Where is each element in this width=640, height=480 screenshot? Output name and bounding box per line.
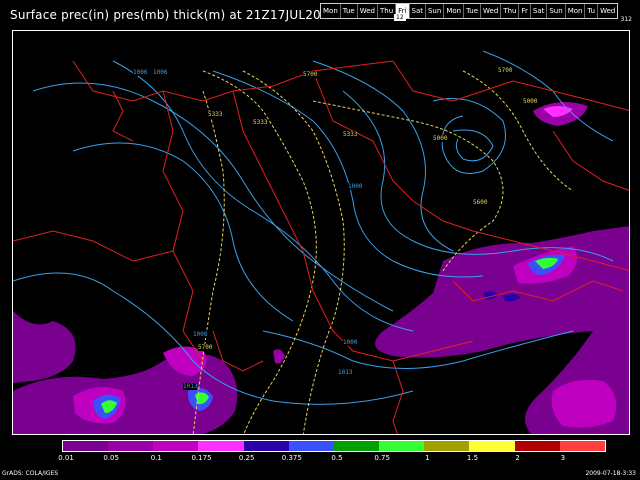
contour-value-label: 5700 bbox=[303, 71, 318, 78]
day-tab[interactable]: Sun bbox=[547, 4, 566, 18]
contour-value-label: 1000 bbox=[343, 339, 358, 346]
weather-map: 1006 5700 5700 5333 5333 5333 5000 5000 5600 1000… bbox=[12, 30, 630, 435]
contour-value-label: 5700 bbox=[498, 67, 513, 74]
map-title: Surface prec(in) pres(mb) thick(m) at 21… bbox=[10, 8, 337, 22]
contour-value-label: 1013 bbox=[338, 369, 353, 376]
contour-value-label: 5600 bbox=[473, 199, 488, 206]
day-tab[interactable]: Wed bbox=[358, 4, 378, 18]
legend-label: 2 bbox=[515, 454, 520, 462]
legend-label: 0.05 bbox=[103, 454, 119, 462]
contour-value-label: 5000 bbox=[433, 135, 448, 142]
day-tab[interactable]: Sun bbox=[426, 4, 445, 18]
legend-swatch bbox=[559, 441, 605, 451]
day-tab[interactable]: Mon bbox=[566, 4, 586, 18]
legend-label: 1.5 bbox=[466, 454, 479, 462]
day-tab[interactable]: Thu bbox=[501, 4, 520, 18]
footer-credit: GrADS: COLA/IGES bbox=[2, 470, 59, 477]
legend-label: 0.5 bbox=[331, 454, 343, 462]
legend-swatch bbox=[108, 441, 154, 451]
day-tab[interactable]: Mon bbox=[321, 4, 341, 18]
legend-swatch bbox=[63, 441, 109, 451]
legend-label: 3 bbox=[560, 454, 566, 462]
legend-label: 0.1 bbox=[150, 454, 162, 462]
contour-value-label: 5333 bbox=[208, 111, 223, 118]
corner-label: 312 bbox=[620, 16, 632, 23]
legend-label: 1 bbox=[425, 454, 430, 462]
day-tab[interactable]: Tu bbox=[585, 4, 599, 18]
day-tab[interactable]: Tue bbox=[341, 4, 358, 18]
day-tab[interactable]: Mon bbox=[444, 4, 465, 18]
legend-label: 0.75 bbox=[374, 454, 390, 462]
day-tab[interactable]: Sat bbox=[531, 4, 548, 18]
legend-label: 0.175 bbox=[191, 454, 212, 462]
legend-label: 0.375 bbox=[281, 454, 302, 462]
contour-value-label: 1013 bbox=[183, 383, 198, 390]
legend-label: 0.25 bbox=[238, 454, 255, 462]
day-tab[interactable]: Sat bbox=[410, 4, 426, 18]
forecast-hour-badge: 12 bbox=[394, 14, 406, 21]
legend-swatch bbox=[424, 441, 470, 451]
day-tab[interactable]: Wed bbox=[481, 4, 502, 18]
precip-fill-east bbox=[375, 102, 629, 434]
contour-value-label: 1008 bbox=[193, 331, 208, 338]
footer-timestamp: 2009-07-18-3:33 bbox=[585, 470, 636, 477]
contour-value-label: 5700 bbox=[198, 344, 213, 351]
legend-swatch bbox=[379, 441, 425, 451]
legend-label: 0.01 bbox=[58, 454, 74, 462]
day-tab[interactable]: Tue bbox=[464, 4, 482, 18]
contour-value-label: 5333 bbox=[343, 131, 358, 138]
legend-swatch bbox=[198, 441, 244, 451]
contour-value-label: 1006 bbox=[133, 69, 148, 76]
precip-fill-southwest bbox=[13, 311, 285, 434]
legend-swatch bbox=[469, 441, 515, 451]
contour-value-label: 5000 bbox=[523, 98, 538, 105]
contour-value-label: 5333 bbox=[253, 119, 268, 126]
legend-swatch bbox=[288, 441, 334, 451]
legend-swatch bbox=[153, 441, 199, 451]
contour-value-label: 1006 bbox=[153, 69, 168, 76]
day-tab[interactable]: Fr bbox=[519, 4, 531, 18]
day-tab[interactable]: Wed bbox=[598, 4, 617, 18]
contour-value-label: 1000 bbox=[348, 183, 363, 190]
weather-map-canvas bbox=[13, 50, 629, 434]
precip-legend-bar bbox=[62, 440, 606, 452]
legend-swatch bbox=[243, 441, 289, 451]
day-selector-strip[interactable]: Mon Tue Wed Thu Fri Sat Sun Mon Tue Wed Thu Fr Sat Su… bbox=[320, 3, 619, 19]
precip-legend-labels: 0.01 0.05 0.1 0.175 0.25 0.375 0.5 0.75 1 1.5 2 3 bbox=[58, 454, 604, 464]
legend-swatch bbox=[333, 441, 380, 451]
legend-swatch bbox=[514, 441, 560, 451]
